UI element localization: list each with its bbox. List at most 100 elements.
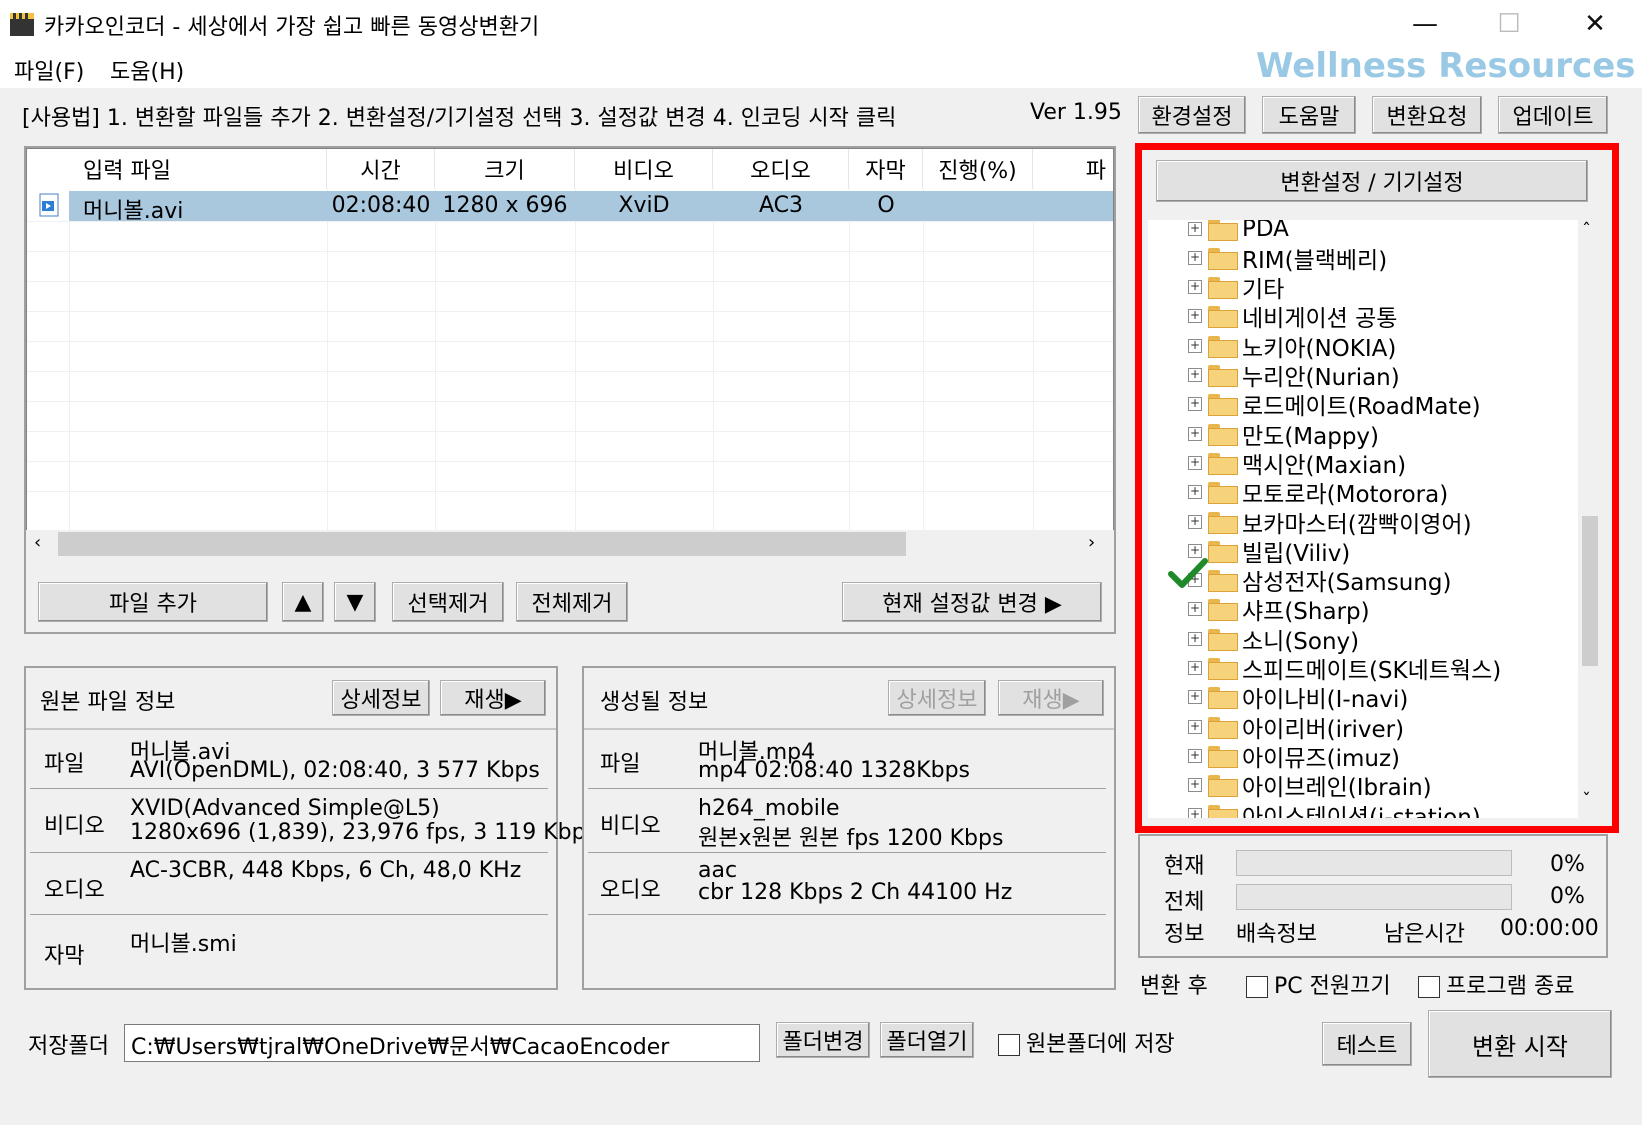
add-file-button[interactable]: 파일 추가: [38, 582, 268, 622]
exit-program-checkbox[interactable]: [1418, 976, 1440, 998]
pc-off-label: PC 전원끄기: [1274, 974, 1391, 999]
change-folder-button[interactable]: 폴더변경: [776, 1022, 870, 1058]
col-subtitle[interactable]: 자막: [849, 149, 923, 189]
tree-item-label: PDA: [1242, 220, 1289, 242]
tree-item[interactable]: + 소니(Sony): [1188, 624, 1359, 655]
device-settings-header[interactable]: 변환설정 / 기기설정: [1156, 160, 1588, 202]
tree-item[interactable]: + 만도(Mappy): [1188, 419, 1379, 450]
file-list[interactable]: 입력 파일 시간 크기 비디오 오디오 자막 진행(%) 파 머니볼.avi 0…: [26, 148, 1114, 534]
folder-icon: [1208, 277, 1238, 300]
open-folder-button[interactable]: 폴더열기: [880, 1022, 974, 1058]
scroll-right-icon[interactable]: ›: [1088, 532, 1095, 553]
tree-item[interactable]: + 아이뮤즈(imuz): [1188, 741, 1400, 772]
source-detail-button[interactable]: 상세정보: [332, 680, 430, 716]
maximize-button[interactable]: ☐: [1484, 6, 1534, 42]
tree-item[interactable]: + 삼성전자(Samsung): [1168, 557, 1451, 596]
menu-help[interactable]: 도움(H): [110, 54, 184, 86]
update-button[interactable]: 업데이트: [1498, 96, 1608, 134]
tree-item[interactable]: + 노키아(NOKIA): [1188, 331, 1396, 362]
request-button[interactable]: 변환요청: [1372, 96, 1482, 134]
expand-icon[interactable]: +: [1188, 309, 1202, 324]
save-original-option[interactable]: 원본폴더에 저장: [998, 1026, 1175, 1058]
tree-item[interactable]: + 빌립(Viliv): [1188, 536, 1350, 567]
expand-icon[interactable]: +: [1188, 485, 1202, 500]
device-tree[interactable]: + PDA + RIM(블랙베리) + 기타 + 네비게이션 공통 + 노키아(NOKIA) + 누리…: [1148, 220, 1578, 818]
expand-icon[interactable]: +: [1188, 602, 1202, 617]
col-extra[interactable]: 파: [1033, 149, 1113, 189]
tree-item[interactable]: + 스피드메이트(SK네트웍스): [1188, 654, 1501, 684]
col-progress[interactable]: 진행(%): [923, 149, 1033, 189]
help-button[interactable]: 도움말: [1262, 96, 1356, 134]
expand-icon[interactable]: +: [1188, 250, 1202, 265]
current-label: 현재: [1164, 854, 1205, 879]
expand-icon[interactable]: +: [1188, 221, 1202, 236]
tree-item[interactable]: + 누리안(Nurian): [1188, 361, 1400, 391]
speed-label: 배속정보: [1236, 922, 1317, 947]
tree-item[interactable]: + 샤프(Sharp): [1188, 595, 1370, 625]
expand-icon[interactable]: +: [1188, 455, 1202, 470]
vertical-scrollbar[interactable]: ˆ ˇ: [1580, 220, 1600, 818]
expand-icon[interactable]: +: [1188, 338, 1202, 353]
remove-selected-button[interactable]: 선택제거: [392, 582, 504, 622]
tree-item-label: 아이스테이션(i-station): [1242, 804, 1481, 819]
test-button[interactable]: 테스트: [1322, 1022, 1412, 1066]
col-time[interactable]: 시간: [327, 149, 435, 189]
output-play-button[interactable]: 재생▶: [998, 680, 1104, 716]
expand-icon[interactable]: +: [1188, 719, 1202, 734]
expand-icon[interactable]: +: [1188, 807, 1202, 818]
folder-icon: [1208, 482, 1238, 505]
close-button[interactable]: ✕: [1570, 6, 1620, 42]
scroll-thumb[interactable]: [58, 532, 906, 556]
menu-file[interactable]: 파일(F): [14, 54, 84, 86]
save-folder-input[interactable]: C:₩Users₩tjral₩OneDrive₩문서₩CacaoEncoder: [124, 1024, 760, 1062]
row-audio: AC3: [758, 193, 804, 218]
save-original-checkbox[interactable]: [998, 1034, 1020, 1056]
scroll-left-icon[interactable]: ‹: [34, 532, 41, 553]
col-audio[interactable]: 오디오: [713, 149, 849, 189]
expand-icon[interactable]: +: [1188, 778, 1202, 793]
col-video[interactable]: 비디오: [575, 149, 713, 189]
remaining-label: 남은시간: [1384, 922, 1465, 947]
expand-icon[interactable]: +: [1188, 514, 1202, 529]
change-settings-button[interactable]: 현재 설정값 변경 ▶: [842, 582, 1102, 622]
output-detail-button[interactable]: 상세정보: [888, 680, 986, 716]
source-play-button[interactable]: 재생▶: [440, 680, 546, 716]
scroll-down-icon[interactable]: ˇ: [1582, 790, 1591, 811]
settings-button[interactable]: 환경설정: [1138, 96, 1246, 134]
pc-off-checkbox[interactable]: [1246, 976, 1268, 998]
remove-all-button[interactable]: 전체제거: [516, 582, 628, 622]
expand-icon[interactable]: +: [1188, 280, 1202, 295]
start-conversion-button[interactable]: 변환 시작: [1428, 1010, 1612, 1078]
tree-item[interactable]: + 네비게이션 공통: [1188, 302, 1397, 332]
tree-item[interactable]: + 아이브레인(Ibrain): [1188, 771, 1432, 801]
tree-item[interactable]: + 로드메이트(RoadMate): [1188, 390, 1481, 420]
tree-item[interactable]: + 아이리버(iriver): [1188, 712, 1404, 743]
tree-item[interactable]: + RIM(블랙베리): [1188, 243, 1387, 274]
tree-item[interactable]: + 기타: [1188, 273, 1284, 303]
window-title: 카카오인코더 - 세상에서 가장 쉽고 빠른 동영상변환기: [44, 15, 540, 40]
expand-icon[interactable]: +: [1188, 397, 1202, 412]
tree-item[interactable]: + 맥시안(Maxian): [1188, 448, 1406, 479]
expand-icon[interactable]: +: [1188, 368, 1202, 382]
expand-icon[interactable]: +: [1188, 426, 1202, 441]
col-size[interactable]: 크기: [435, 149, 575, 189]
tree-item[interactable]: + 보카마스터(깜빡이영어): [1188, 507, 1472, 538]
scroll-up-icon[interactable]: ˆ: [1582, 220, 1591, 241]
minimize-button[interactable]: —: [1400, 6, 1450, 42]
move-down-button[interactable]: ▼: [334, 582, 376, 622]
move-up-button[interactable]: ▲: [282, 582, 324, 622]
tree-item[interactable]: + 아이스테이션(i-station): [1188, 800, 1481, 818]
expand-icon[interactable]: +: [1188, 661, 1202, 675]
tree-item[interactable]: + 아이나비(I-navi): [1188, 683, 1408, 713]
row-size: 1280 x 696: [442, 193, 568, 218]
tree-item[interactable]: + PDA: [1188, 220, 1289, 243]
horizontal-scrollbar[interactable]: ‹ ›: [26, 530, 1114, 558]
expand-icon[interactable]: +: [1188, 631, 1202, 646]
scroll-thumb[interactable]: [1582, 516, 1598, 666]
exit-program-option[interactable]: 프로그램 종료: [1418, 968, 1574, 1000]
expand-icon[interactable]: +: [1188, 748, 1202, 763]
tree-item[interactable]: + 모토로라(Motorora): [1188, 478, 1448, 508]
col-input-file[interactable]: 입력 파일: [27, 149, 327, 189]
pc-off-option[interactable]: PC 전원끄기: [1246, 968, 1391, 1000]
expand-icon[interactable]: +: [1188, 690, 1202, 705]
